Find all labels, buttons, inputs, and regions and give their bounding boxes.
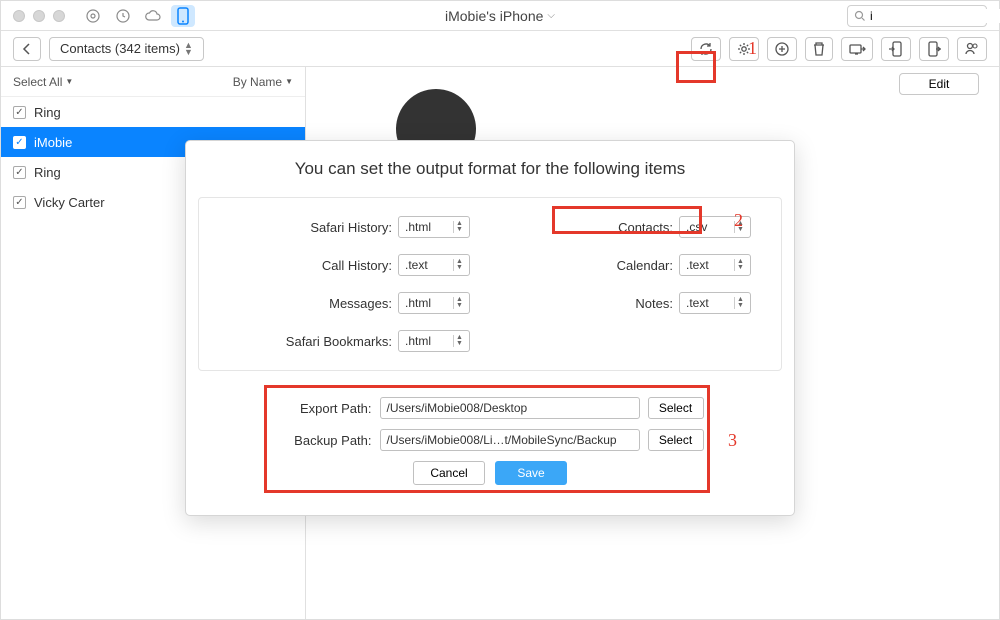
- toolbar: Contacts (342 items) ▲▼: [1, 31, 999, 67]
- export-path-field[interactable]: /Users/iMobie008/Desktop: [380, 397, 640, 419]
- path-group: Export Path: /Users/iMobie008/Desktop Se…: [198, 385, 782, 497]
- device-icon[interactable]: [171, 5, 195, 27]
- calendar-select[interactable]: .text▲▼: [679, 254, 751, 276]
- device-title[interactable]: iMobie's iPhone ⌵: [445, 8, 555, 24]
- save-button[interactable]: Save: [495, 461, 567, 485]
- dialog-title: You can set the output format for the fo…: [198, 159, 782, 179]
- cancel-button[interactable]: Cancel: [413, 461, 485, 485]
- backup-select-button[interactable]: Select: [648, 429, 704, 451]
- stepper-icon: ▲▼: [734, 221, 746, 233]
- breadcrumb[interactable]: Contacts (342 items) ▲▼: [49, 37, 204, 61]
- settings-button[interactable]: [729, 37, 759, 61]
- messages-select[interactable]: .html▲▼: [398, 292, 470, 314]
- merge-button[interactable]: [957, 37, 987, 61]
- search-field[interactable]: [870, 9, 1000, 23]
- checkbox-icon[interactable]: ✓: [13, 196, 26, 209]
- safari-bookmarks-select[interactable]: .html▲▼: [398, 330, 470, 352]
- search-input[interactable]: ⊗: [847, 5, 987, 27]
- export-select-button[interactable]: Select: [648, 397, 704, 419]
- maximize-window-icon[interactable]: [53, 10, 65, 22]
- checkbox-icon[interactable]: ✓: [13, 166, 26, 179]
- cloud-icon[interactable]: [141, 5, 165, 27]
- edit-button[interactable]: Edit: [899, 73, 979, 95]
- call-history-select[interactable]: .text▲▼: [398, 254, 470, 276]
- search-icon: [854, 10, 866, 22]
- chevron-down-icon: ⌵: [547, 10, 555, 21]
- refresh-button[interactable]: [691, 37, 721, 61]
- close-window-icon[interactable]: [13, 10, 25, 22]
- music-icon[interactable]: [81, 5, 105, 27]
- settings-dialog: You can set the output format for the fo…: [185, 140, 795, 516]
- backup-path-field[interactable]: /Users/iMobie008/Li…t/MobileSync/Backup: [380, 429, 640, 451]
- contacts-select[interactable]: .csv▲▼: [679, 216, 751, 238]
- to-phone-button[interactable]: [881, 37, 911, 61]
- field-label: Calendar:: [617, 258, 673, 273]
- delete-button[interactable]: [805, 37, 833, 61]
- field-label: Backup Path:: [277, 433, 372, 448]
- stepper-icon: ▲▼: [453, 221, 465, 233]
- notes-select[interactable]: .text▲▼: [679, 292, 751, 314]
- back-button[interactable]: [13, 37, 41, 61]
- minimize-window-icon[interactable]: [33, 10, 45, 22]
- to-device-button[interactable]: [841, 37, 873, 61]
- sort-toggle[interactable]: By Name ▼: [233, 75, 293, 89]
- stepper-icon: ▲▼: [734, 259, 746, 271]
- field-label: Messages:: [329, 296, 392, 311]
- from-phone-button[interactable]: [919, 37, 949, 61]
- safari-history-select[interactable]: .html▲▼: [398, 216, 470, 238]
- field-label: Export Path:: [277, 401, 372, 416]
- chevron-updown-icon: ▲▼: [184, 42, 193, 56]
- history-icon[interactable]: [111, 5, 135, 27]
- title-bar: iMobie's iPhone ⌵ ⊗: [1, 1, 999, 31]
- list-item[interactable]: ✓Ring: [1, 97, 305, 127]
- window-controls: [13, 10, 65, 22]
- stepper-icon: ▲▼: [453, 297, 465, 309]
- field-label: Notes:: [635, 296, 673, 311]
- field-label: Call History:: [322, 258, 392, 273]
- field-label: Contacts:: [618, 220, 673, 235]
- add-button[interactable]: [767, 37, 797, 61]
- stepper-icon: ▲▼: [734, 297, 746, 309]
- stepper-icon: ▲▼: [453, 335, 465, 347]
- format-group: Safari History: .html▲▼ Contacts: .csv▲▼ C…: [198, 197, 782, 371]
- checkbox-icon[interactable]: ✓: [13, 106, 26, 119]
- checkbox-icon[interactable]: ✓: [13, 136, 26, 149]
- select-all-toggle[interactable]: Select All ▼: [13, 75, 73, 89]
- field-label: Safari Bookmarks:: [286, 334, 392, 349]
- field-label: Safari History:: [310, 220, 392, 235]
- stepper-icon: ▲▼: [453, 259, 465, 271]
